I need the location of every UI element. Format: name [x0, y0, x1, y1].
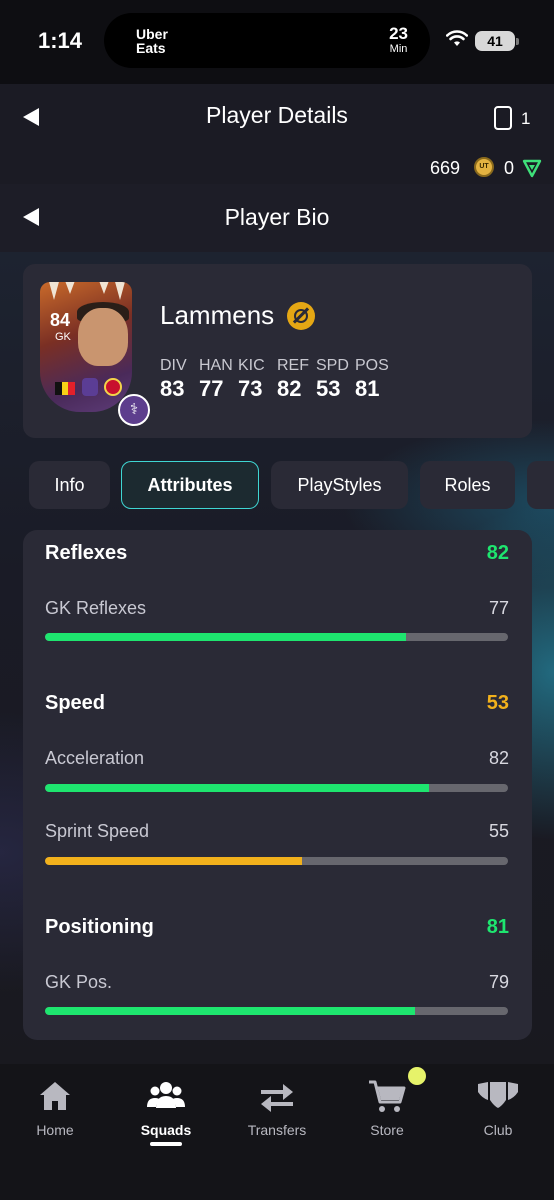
attr-bar-acceleration: [45, 784, 508, 792]
attr-value-gk-reflexes: 77: [488, 598, 509, 618]
tab-info[interactable]: Info: [29, 461, 110, 509]
face-stats: DIV 83 HAN 77 KIC 73 REF 82 SPD 53 POS 8…: [160, 357, 394, 402]
active-tab-indicator: [150, 1142, 182, 1146]
points-balance: 0: [504, 158, 515, 178]
player-summary-card: 84 GK ⚕ Lammens DIV 83 HAN 77 KIC 73 REF…: [23, 264, 532, 438]
stat-spd: SPD 53: [316, 357, 349, 401]
coin-icon: UT: [474, 157, 494, 177]
attr-bar-sprint-speed: [45, 857, 508, 865]
player-portrait: [78, 308, 128, 366]
live-activity[interactable]: Uber Eats 23 Min: [104, 13, 430, 68]
stat-ref: REF 82: [277, 357, 309, 401]
tab-roles[interactable]: Roles: [420, 461, 515, 509]
attr-value-gk-pos: 79: [488, 972, 509, 992]
group-title-reflexes: Reflexes: [45, 542, 128, 564]
tab-attributes[interactable]: Attributes: [121, 461, 259, 509]
wifi-icon: [446, 30, 468, 46]
nav-transfers[interactable]: Transfers: [227, 1078, 327, 1138]
group-title-speed: Speed: [45, 692, 106, 714]
attributes-panel[interactable]: Reflexes 82 GK Reflexes 77 Speed 53 Acce…: [23, 530, 532, 1040]
cart-icon: [369, 1080, 406, 1112]
stat-div: DIV 83: [160, 357, 187, 401]
tab-playstyles[interactable]: PlayStyles: [271, 461, 408, 509]
squads-icon: [147, 1082, 185, 1108]
card-position: GK: [55, 331, 71, 343]
club-badge-icon: [104, 378, 122, 396]
sub-header: Player Bio: [0, 184, 554, 252]
attr-label-sprint-speed: Sprint Speed: [45, 821, 150, 841]
group-title-positioning: Positioning: [45, 916, 154, 938]
delivery-eta: 23 Min: [389, 24, 408, 56]
bottom-navigation: Home Squads Transfers Store Club: [0, 1064, 554, 1200]
attr-value-sprint-speed: 55: [488, 821, 509, 841]
nav-store[interactable]: Store: [337, 1078, 437, 1138]
untradeable-icon: [287, 302, 315, 330]
evolution-dna-icon: ⚕: [118, 394, 150, 426]
attr-value-acceleration: 82: [488, 748, 509, 768]
league-badge-icon: [82, 378, 98, 396]
card-count: 1: [521, 109, 531, 128]
nav-home[interactable]: Home: [5, 1078, 105, 1138]
status-bar: 1:14 Uber Eats 23 Min 41: [0, 0, 554, 84]
attr-label-acceleration: Acceleration: [45, 748, 145, 768]
nav-squads[interactable]: Squads: [116, 1078, 216, 1138]
attr-label-gk-pos: GK Pos.: [45, 972, 113, 992]
player-card-image[interactable]: 84 GK: [40, 282, 132, 412]
group-value-reflexes: 82: [486, 542, 509, 564]
attr-label-gk-reflexes: GK Reflexes: [45, 598, 147, 618]
clock: 1:14: [38, 28, 83, 53]
coin-balance: 669: [430, 158, 461, 178]
card-icon[interactable]: [494, 106, 512, 130]
attr-bar-gk-pos: [45, 1007, 508, 1015]
stat-pos: POS 81: [355, 357, 389, 401]
page-title: Player Details: [206, 102, 348, 128]
fc-points-icon: [522, 159, 542, 178]
nav-club[interactable]: Club: [448, 1078, 548, 1138]
store-notification-dot: [408, 1067, 426, 1085]
club-icon: [478, 1082, 518, 1108]
detail-tabs: Info Attributes PlayStyles Roles: [0, 461, 554, 509]
tab-next-partial[interactable]: [527, 461, 554, 509]
belgium-flag-icon: [55, 382, 76, 395]
battery-indicator: 41: [475, 31, 519, 51]
card-rating: 84: [50, 310, 71, 330]
stat-kic: KIC 73: [238, 357, 265, 401]
home-icon: [40, 1082, 70, 1110]
uber-eats-logo: Uber Eats: [136, 26, 168, 56]
attr-bar-gk-reflexes: [45, 633, 508, 641]
section-title: Player Bio: [224, 204, 330, 230]
transfers-icon: [261, 1084, 293, 1112]
stat-han: HAN 77: [199, 357, 233, 401]
player-name: Lammens: [160, 300, 275, 330]
group-value-positioning: 81: [486, 916, 509, 938]
group-value-speed: 53: [486, 692, 509, 714]
top-header: Player Details 1 669 UT 0: [0, 84, 554, 184]
